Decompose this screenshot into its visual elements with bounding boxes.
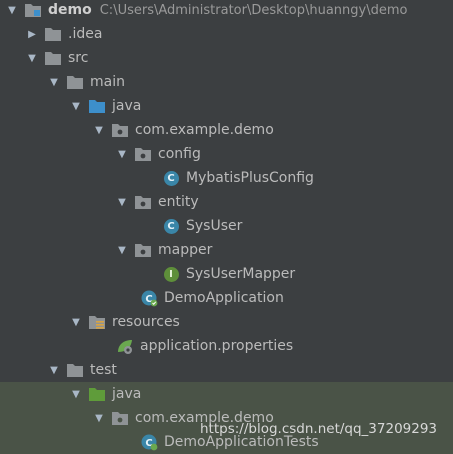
- tree-node-sysusermapper[interactable]: I SysUserMapper: [0, 262, 453, 286]
- tree-node-main[interactable]: ▼ main: [0, 70, 453, 94]
- tree-node-mapper[interactable]: ▼ mapper: [0, 238, 453, 262]
- package-icon: [134, 145, 152, 163]
- tree-node-label: java: [112, 98, 142, 114]
- tree-node-label: main: [90, 74, 125, 90]
- folder-icon: [66, 73, 84, 91]
- test-source-folder-icon: [88, 385, 106, 403]
- tree-node-label: config: [158, 146, 201, 162]
- class-icon: C: [162, 169, 180, 187]
- expanded-arrow-icon[interactable]: ▼: [48, 358, 60, 382]
- tree-node-label: SysUser: [186, 218, 243, 234]
- project-name: demo: [48, 2, 92, 18]
- tree-node-label: test: [90, 362, 117, 378]
- folder-icon: [44, 49, 62, 67]
- expanded-arrow-icon[interactable]: ▼: [70, 382, 82, 406]
- expanded-arrow-icon[interactable]: ▼: [116, 238, 128, 262]
- tree-node-label: resources: [112, 314, 180, 330]
- package-icon: [111, 409, 129, 427]
- expanded-arrow-icon[interactable]: ▼: [93, 406, 105, 430]
- expanded-arrow-icon[interactable]: ▼: [116, 190, 128, 214]
- folder-icon: [44, 25, 62, 43]
- tree-node-sysuser[interactable]: C SysUser: [0, 214, 453, 238]
- source-folder-icon: [88, 97, 106, 115]
- folder-icon: [66, 361, 84, 379]
- project-path: C:\Users\Administrator\Desktop\huanngy\d…: [99, 2, 408, 18]
- tree-node-main-java[interactable]: ▼ java: [0, 94, 453, 118]
- tree-node-label: application.properties: [140, 338, 294, 354]
- tree-node-label: src: [68, 50, 89, 66]
- tree-node-label: mapper: [158, 242, 213, 258]
- package-icon: [134, 241, 152, 259]
- tree-node-label: java: [112, 386, 142, 402]
- tree-node-src[interactable]: ▼ src: [0, 46, 453, 70]
- package-icon: [111, 121, 129, 139]
- expanded-arrow-icon[interactable]: ▼: [93, 118, 105, 142]
- tree-node-demoapplication[interactable]: C DemoApplication: [0, 286, 453, 310]
- spring-properties-icon: [116, 337, 134, 355]
- spring-boot-class-icon: C: [140, 289, 158, 307]
- module-folder-icon: [24, 1, 42, 19]
- tree-node-label: .idea: [68, 26, 103, 42]
- tree-node-main-package[interactable]: ▼ com.example.demo: [0, 118, 453, 142]
- tree-node-label: DemoApplication: [164, 290, 284, 306]
- watermark-text: https://blog.csdn.net/qq_37209293: [200, 421, 438, 437]
- tree-node-idea[interactable]: ▶ .idea: [0, 22, 453, 46]
- expanded-arrow-icon[interactable]: ▼: [70, 94, 82, 118]
- project-tree: ▼ demo C:\Users\Administrator\Desktop\hu…: [0, 0, 453, 454]
- tree-node-label: entity: [158, 194, 199, 210]
- tree-node-entity[interactable]: ▼ entity: [0, 190, 453, 214]
- expanded-arrow-icon[interactable]: ▼: [70, 310, 82, 334]
- tree-node-application-properties[interactable]: application.properties: [0, 334, 453, 358]
- tree-node-test[interactable]: ▼ test: [0, 358, 453, 382]
- tree-node-resources[interactable]: ▼ resources: [0, 310, 453, 334]
- class-icon: C: [162, 217, 180, 235]
- expanded-arrow-icon[interactable]: ▼: [116, 142, 128, 166]
- tree-node-config[interactable]: ▼ config: [0, 142, 453, 166]
- tree-node-demo[interactable]: ▼ demo C:\Users\Administrator\Desktop\hu…: [0, 0, 453, 22]
- package-icon: [134, 193, 152, 211]
- interface-icon: I: [162, 265, 180, 283]
- tree-node-label: SysUserMapper: [186, 266, 296, 282]
- tree-node-mybatisplusconfig[interactable]: C MybatisPlusConfig: [0, 166, 453, 190]
- expanded-arrow-icon[interactable]: ▼: [6, 0, 18, 22]
- expanded-arrow-icon[interactable]: ▼: [48, 70, 60, 94]
- expanded-arrow-icon[interactable]: ▼: [26, 46, 38, 70]
- resources-folder-icon: [88, 313, 106, 331]
- tree-node-test-java[interactable]: ▼ java: [0, 382, 453, 406]
- test-class-icon: C: [140, 433, 158, 451]
- tree-node-label: MybatisPlusConfig: [186, 170, 314, 186]
- collapsed-arrow-icon[interactable]: ▶: [26, 22, 38, 46]
- tree-node-label: com.example.demo: [135, 122, 274, 138]
